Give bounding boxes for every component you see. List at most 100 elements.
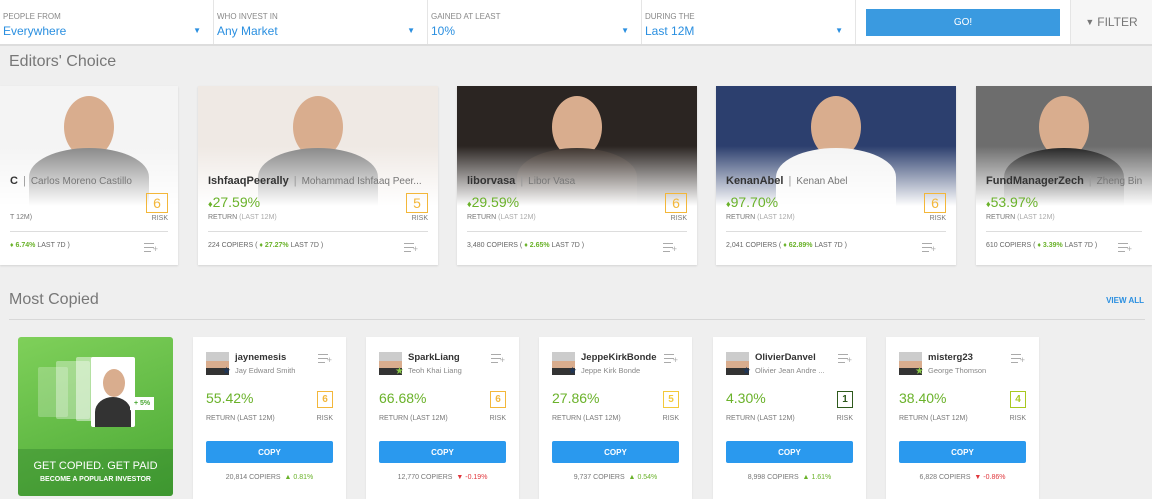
username[interactable]: jaynemesis: [235, 352, 286, 363]
copy-button[interactable]: COPY: [552, 441, 679, 463]
risk-score: 5: [406, 193, 428, 213]
add-to-watchlist-icon[interactable]: +: [1118, 243, 1132, 254]
divider: [9, 319, 1145, 320]
risk-label: RISK: [316, 415, 333, 422]
add-to-watchlist-icon[interactable]: +: [404, 243, 418, 254]
caret-down-icon: ▼: [407, 26, 415, 35]
copiers-count: 6,828 COPIERS ▼ -0.86%: [919, 474, 1006, 481]
add-to-watchlist-icon[interactable]: +: [664, 354, 678, 365]
caret-down-icon: ▼: [835, 26, 843, 35]
copy-button[interactable]: COPY: [726, 441, 853, 463]
add-to-watchlist-icon[interactable]: +: [318, 354, 332, 365]
username[interactable]: KenanAbel: [726, 175, 783, 187]
gain-badge: + 5%: [130, 397, 155, 410]
filter-button[interactable]: ▼ FILTER: [1070, 0, 1152, 44]
copy-button[interactable]: COPY: [379, 441, 506, 463]
risk-score: 1: [837, 391, 853, 408]
gained-at-least-dropdown[interactable]: GAINED AT LEAST 10% ▼: [428, 0, 642, 44]
username[interactable]: misterg23: [928, 352, 973, 363]
popular-investor-banner[interactable]: + 5% GET COPIED. GET PAID BECOME A POPUL…: [18, 337, 173, 496]
copiers-count: 9,737 COPIERS ▲ 0.54%: [573, 474, 658, 481]
full-name: Jay Edward Smith: [235, 366, 296, 375]
return-label: RETURN (LAST 12M): [986, 214, 1055, 221]
username[interactable]: C: [10, 175, 18, 187]
full-name: Teoh Khai Liang: [408, 366, 462, 375]
full-name: Mohammad Ishfaaq Peer...: [301, 176, 422, 187]
most-copied-card: ★ SparkLiang Teoh Khai Liang + 66.68% 6 …: [366, 337, 519, 499]
risk-score: 6: [924, 193, 946, 213]
copiers-count: 12,770 COPIERS ▼ -0.19%: [397, 474, 488, 481]
arrow-up-icon: ▲: [802, 474, 810, 481]
add-to-watchlist-icon[interactable]: +: [144, 243, 158, 254]
copiers-count: 224 COPIERS ( ♦ 27.27% LAST 7D ): [208, 242, 324, 249]
filter-bar: PEOPLE FROM Everywhere ▼ WHO INVEST IN A…: [0, 0, 1152, 46]
most-copied-card: ★ jaynemesis Jay Edward Smith + 55.42% 6…: [193, 337, 346, 499]
filter-value: 10%: [431, 24, 456, 38]
risk-label: RISK: [929, 215, 946, 222]
star-icon: ★: [915, 366, 924, 377]
risk-score: 5: [663, 391, 679, 408]
editors-choice-card[interactable]: FundManagerZech | Zheng Bin ♦53.97% RETURN…: [976, 86, 1152, 265]
copy-button[interactable]: COPY: [899, 441, 1026, 463]
return-label: RETURN (LAST 12M): [726, 415, 795, 422]
return-label: RETURN (LAST 12M): [206, 415, 275, 422]
arrow-down-icon: ▼: [456, 474, 464, 481]
editors-choice-card[interactable]: IshfaaqPeerally | Mohammad Ishfaaq Peer...…: [198, 86, 438, 265]
risk-score: 6: [490, 391, 506, 408]
username[interactable]: SparkLiang: [408, 352, 460, 363]
arrow-down-icon: ▼: [974, 474, 982, 481]
go-button[interactable]: GO!: [866, 9, 1060, 36]
username[interactable]: IshfaaqPeerally: [208, 175, 289, 187]
caret-down-icon: ▼: [193, 26, 201, 35]
username[interactable]: JeppeKirkBonde: [581, 352, 657, 363]
copiers-count: 3,480 COPIERS ( ♦ 2.65% LAST 7D ): [467, 242, 585, 249]
most-copied-card: ★ misterg23 George Thomson + 38.40% 4 RE…: [886, 337, 1039, 499]
editors-choice-card[interactable]: liborvasa | Libor Vasa ♦29.59% RETURN (LAS…: [457, 86, 697, 265]
username[interactable]: OlivierDanvel: [755, 352, 816, 363]
return-value: 66.68%: [379, 390, 427, 406]
investor-photo: [91, 357, 135, 427]
star-icon: ★: [568, 366, 577, 377]
most-copied-title: Most Copied: [9, 291, 99, 308]
who-invest-in-dropdown[interactable]: WHO INVEST IN Any Market ▼: [214, 0, 428, 44]
add-to-watchlist-icon[interactable]: +: [838, 354, 852, 365]
view-all-link[interactable]: VIEW ALL: [1106, 296, 1144, 305]
return-value: ♦29.59%: [467, 194, 520, 210]
star-icon: ★: [742, 366, 751, 377]
add-to-watchlist-icon[interactable]: +: [1011, 354, 1025, 365]
arrow-up-icon: ▲: [284, 474, 292, 481]
risk-label: RISK: [1009, 415, 1026, 422]
risk-label: RISK: [670, 215, 687, 222]
risk-score: 6: [665, 193, 687, 213]
copiers-count: ♦ 6.74% LAST 7D ): [10, 242, 70, 249]
return-value: 27.86%: [552, 390, 600, 406]
caret-down-icon: ▼: [621, 26, 629, 35]
return-label: RETURN (LAST 12M): [467, 214, 536, 221]
during-the-dropdown[interactable]: DURING THE Last 12M ▼: [642, 0, 856, 44]
risk-label: RISK: [411, 215, 428, 222]
add-to-watchlist-icon[interactable]: +: [922, 243, 936, 254]
risk-label: RISK: [489, 415, 506, 422]
most-copied-card: ★ JeppeKirkBonde Jeppe Kirk Bonde + 27.8…: [539, 337, 692, 499]
copiers-count: 20,814 COPIERS ▲ 0.81%: [225, 474, 314, 481]
add-to-watchlist-icon[interactable]: +: [491, 354, 505, 365]
return-value: 4.30%: [726, 390, 766, 406]
editors-choice-card[interactable]: C | Carlos Moreno Castillo T 12M) 6 RISK ♦ …: [0, 86, 178, 265]
full-name: Libor Vasa: [528, 176, 576, 187]
editors-choice-card[interactable]: KenanAbel | Kenan Abel ♦97.70% RETURN (LAS…: [716, 86, 956, 265]
return-label: RETURN (LAST 12M): [379, 415, 448, 422]
add-to-watchlist-icon[interactable]: +: [663, 243, 677, 254]
username[interactable]: FundManagerZech: [986, 175, 1084, 187]
filter-label: PEOPLE FROM: [3, 12, 61, 21]
username[interactable]: liborvasa: [467, 175, 515, 187]
full-name: Jeppe Kirk Bonde: [581, 366, 641, 375]
filter-label: GAINED AT LEAST: [431, 12, 501, 21]
return-value: ♦97.70%: [726, 194, 779, 210]
people-from-dropdown[interactable]: PEOPLE FROM Everywhere ▼: [0, 0, 214, 44]
risk-score: 6: [317, 391, 333, 408]
return-label: RETURN (LAST 12M): [726, 214, 795, 221]
return-value: ♦27.59%: [208, 194, 261, 210]
copiers-count: 8,998 COPIERS ▲ 1.61%: [747, 474, 832, 481]
copy-button[interactable]: COPY: [206, 441, 333, 463]
full-name: Olivier Jean Andre ...: [755, 366, 825, 375]
